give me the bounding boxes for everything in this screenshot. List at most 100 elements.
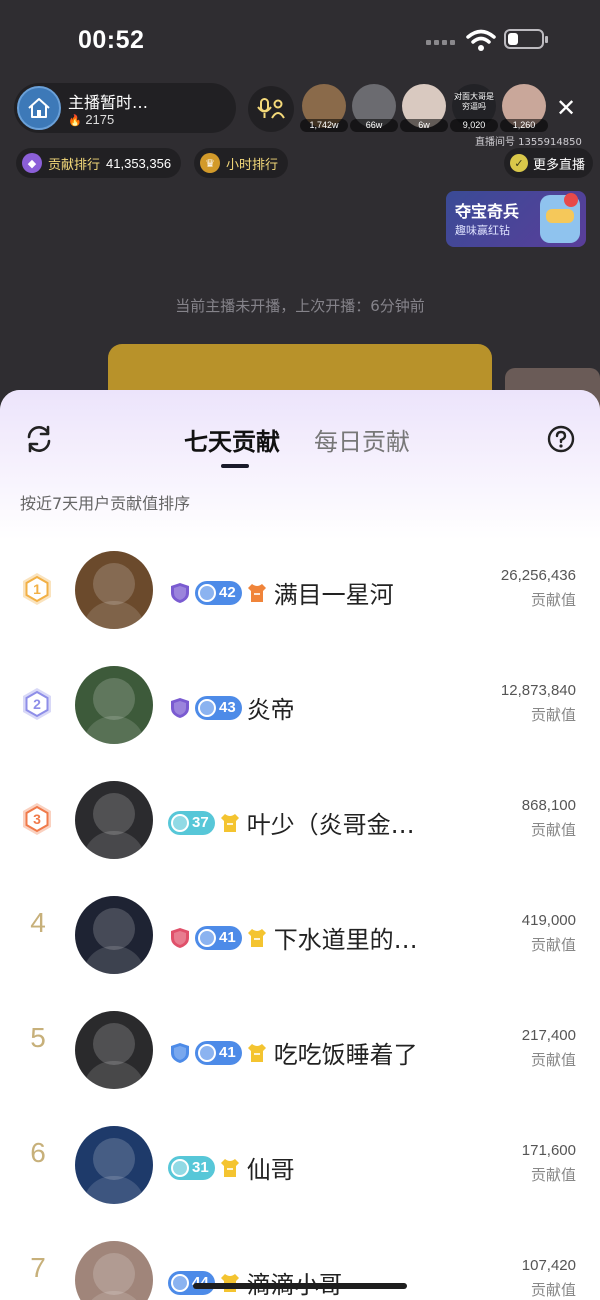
level-gem-icon <box>171 1158 189 1177</box>
user-avatar[interactable] <box>75 551 153 629</box>
contribution-score-label: 贡献值 <box>530 936 576 954</box>
refresh-icon[interactable] <box>24 424 54 454</box>
user-level-badge: 37 <box>168 810 215 835</box>
contribution-score: 868,100 <box>521 797 576 814</box>
tab-active-indicator <box>221 464 249 468</box>
viewer-avatar[interactable]: 6w <box>400 84 448 132</box>
user-badges: 42 满目一星河 <box>168 575 394 610</box>
contribution-rank-value: 41,353,356 <box>106 155 172 171</box>
level-gem-icon <box>198 698 216 717</box>
level-gem-icon <box>171 813 189 832</box>
user-badges: 43 炎帝 <box>168 690 295 725</box>
contribution-score-label: 贡献值 <box>530 1166 576 1184</box>
ranking-row[interactable]: 4 41 下水道里的… 419,000 贡献值 <box>0 880 600 990</box>
close-icon[interactable]: ✕ <box>556 94 576 122</box>
ranking-row[interactable]: 2 43 炎帝 12,873,840 贡献值 <box>0 650 600 760</box>
contribution-score: 419,000 <box>521 912 576 929</box>
user-name: 满目一星河 <box>273 581 394 609</box>
fan-shirt-icon <box>220 1158 239 1177</box>
guard-shield-icon <box>171 582 189 603</box>
user-name: 吃吃饭睡着了 <box>273 1041 418 1069</box>
rank-number: 6 <box>30 1137 46 1168</box>
more-live-label: 更多直播 <box>533 157 586 173</box>
user-level-badge: 41 <box>195 1040 242 1065</box>
level-gem-icon <box>198 1043 216 1062</box>
crown-icon: ♛ <box>200 153 220 173</box>
viewer-score: 1,260 <box>500 119 548 132</box>
rank-number: 2 <box>33 696 41 712</box>
ranking-row[interactable]: 1 42 满目一星河 26,256,436 贡献值 <box>0 535 600 645</box>
top-viewers: 1,742w 66w 6w 对面大哥是穷逼吗 9,020 1,260 <box>300 84 548 132</box>
guard-shield-icon <box>171 697 189 718</box>
contribution-score: 171,600 <box>521 1142 576 1159</box>
fan-shirt-icon <box>247 583 266 602</box>
host-fans-count: 2175 <box>85 112 115 127</box>
home-icon <box>28 98 50 118</box>
viewer-score: 1,742w <box>300 119 348 132</box>
contribution-score: 12,873,840 <box>500 682 576 699</box>
guard-shield-icon <box>171 1042 189 1063</box>
rank-number: 7 <box>30 1252 46 1283</box>
promo-title: 夺宝奇兵 <box>455 202 520 221</box>
guard-shield-icon <box>171 927 189 948</box>
viewer-avatar-caption: 对面大哥是穷逼吗 <box>454 92 494 111</box>
more-live-button[interactable]: ✓ 更多直播 <box>504 148 594 178</box>
host-info[interactable]: 主播暂时… 🔥 2175 <box>14 83 236 133</box>
ranking-row[interactable]: 5 41 吃吃饭睡着了 217,400 贡献值 <box>0 995 600 1105</box>
user-name: 叶少（炎哥金… <box>246 811 415 839</box>
help-icon[interactable] <box>547 425 575 453</box>
fan-shirt-icon <box>247 928 266 947</box>
panel-header <box>0 390 600 540</box>
level-gem-icon <box>171 1273 189 1292</box>
viewer-avatar[interactable]: 66w <box>350 84 398 132</box>
contribution-rank-pill[interactable]: ◆ 贡献排行 41,353,356 <box>16 148 182 178</box>
promo-subtitle: 趣味赢红钻 <box>455 224 510 237</box>
ranking-row[interactable]: 3 37 叶少（炎哥金… 868,100 贡献值 <box>0 765 600 875</box>
ranking-subtitle: 按近7天用户贡献值排序 <box>20 494 191 513</box>
status-time: 00:52 <box>78 26 145 54</box>
viewer-avatar[interactable]: 1,742w <box>300 84 348 132</box>
hourly-rank-pill[interactable]: ♛ 小时排行 <box>194 148 289 178</box>
viewer-avatar[interactable]: 对面大哥是穷逼吗 9,020 <box>450 84 498 132</box>
user-avatar[interactable] <box>75 1241 153 1300</box>
level-gem-icon <box>198 928 216 947</box>
user-name: 炎帝 <box>246 696 295 724</box>
tab-daily[interactable]: 每日贡献 <box>314 422 410 457</box>
viewer-score: 9,020 <box>450 119 498 132</box>
mic-link-button[interactable] <box>248 86 294 132</box>
host-name: 主播暂时… <box>68 93 149 112</box>
user-avatar[interactable] <box>75 1011 153 1089</box>
mic-user-icon <box>257 98 285 119</box>
fan-shirt-icon <box>247 1043 266 1062</box>
user-level: 42 <box>219 584 236 601</box>
hourly-rank-label: 小时排行 <box>226 157 279 173</box>
user-badges: 41 下水道里的… <box>168 920 418 955</box>
room-id: 直播间号 1355914850 <box>475 137 582 148</box>
viewer-score: 6w <box>400 119 448 132</box>
user-avatar[interactable] <box>75 1126 153 1204</box>
home-indicator <box>193 1283 407 1289</box>
user-avatar[interactable] <box>75 896 153 974</box>
rank-medal-icon: 1 <box>23 573 51 605</box>
treasure-promo-banner[interactable]: 夺宝奇兵 趣味赢红钻 <box>446 191 586 247</box>
user-level-badge: 43 <box>195 695 242 720</box>
user-avatar[interactable] <box>75 666 153 744</box>
tab-seven-day[interactable]: 七天贡献 <box>184 422 280 457</box>
user-badges: 41 吃吃饭睡着了 <box>168 1035 418 1070</box>
user-name: 下水道里的… <box>273 926 418 954</box>
contribution-score: 107,420 <box>521 1257 576 1274</box>
viewer-avatar[interactable]: 1,260 <box>500 84 548 132</box>
contribution-panel: 七天贡献 每日贡献 按近7天用户贡献值排序 1 42 满目一星河 26,256,… <box>0 390 600 1300</box>
rank-number: 3 <box>33 811 41 827</box>
user-level-badge: 31 <box>168 1155 215 1180</box>
user-avatar[interactable] <box>75 781 153 859</box>
contribution-score-label: 贡献值 <box>530 821 576 839</box>
user-level: 41 <box>219 1044 236 1061</box>
more-live-icon: ✓ <box>510 154 528 172</box>
contribution-rank-label: 贡献排行 <box>48 157 101 173</box>
contribution-score-label: 贡献值 <box>530 1281 576 1299</box>
ranking-row[interactable]: 6 31 仙哥 171,600 贡献值 <box>0 1110 600 1220</box>
user-level: 31 <box>192 1159 209 1176</box>
host-avatar[interactable] <box>17 86 61 130</box>
rank-medal-icon: 2 <box>23 688 51 720</box>
